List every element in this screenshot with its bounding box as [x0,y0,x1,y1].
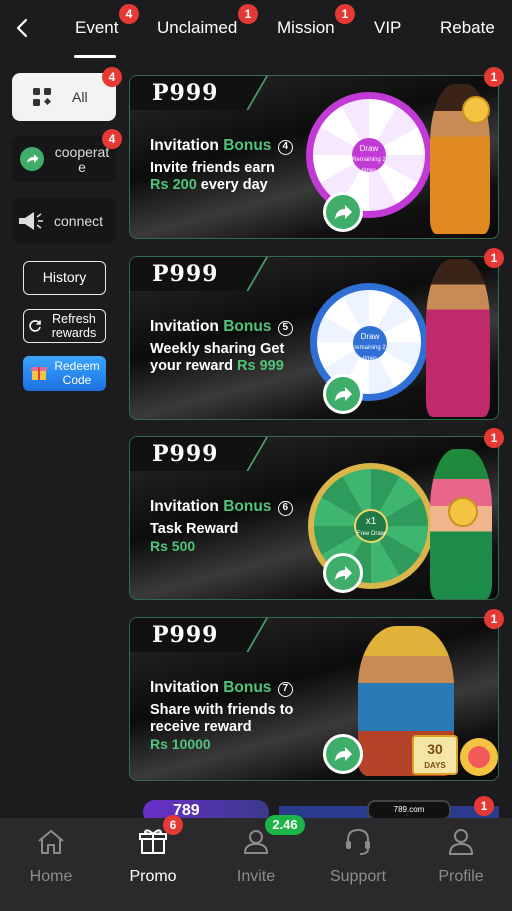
promo-card-partial[interactable]: 789 789.com [129,798,499,818]
tab-label: Unclaimed [157,18,238,37]
card-badge: 1 [484,67,504,87]
sidebar-item-all[interactable]: All [12,73,116,121]
brand-logo: P999 [152,80,219,106]
sidebar-all-badge: 4 [102,67,122,87]
tab-label: Rebate [440,18,495,37]
refresh-icon [29,320,41,332]
history-label: History [42,269,87,285]
coin-icon [448,497,478,527]
nav-label: Promo [129,868,177,885]
card-subtitle-line1: Share with friends to [150,702,294,718]
megaphone-icon [19,212,43,230]
share-button[interactable] [323,553,363,593]
back-arrow-icon[interactable] [8,14,36,42]
card-badge: 1 [484,248,504,268]
refresh-rewards-label: Refresh rewards [51,312,97,340]
person-icon [448,829,474,855]
nav-label: Support [329,868,387,885]
banner-pill: 789 [143,800,269,818]
tab-mission[interactable]: Mission [277,18,335,38]
tab-label: Mission [277,18,335,37]
redeem-code-label: Redeem Code [54,359,100,387]
promo-card-invitation-bonus-4[interactable]: P999 Invitation Bonus 4 Invite friends e… [129,75,499,239]
tab-unclaimed-badge: 1 [238,4,258,24]
tab-rebate[interactable]: Rebate [440,18,495,38]
redeem-code-button[interactable]: Redeem Code [23,356,106,391]
card-badge: 1 [484,428,504,448]
jester-hat-icon [460,738,498,776]
share-button[interactable] [323,374,363,414]
card-reward-amount: Rs 500 [150,538,196,554]
nav-profile[interactable]: Profile [410,818,512,911]
nav-label: Home [29,868,73,885]
nav-invite-badge: 2.46 [265,815,305,835]
card-subtitle-line2: receive reward [150,719,252,735]
gift-icon [31,367,47,380]
headset-icon [346,828,370,855]
card-title: Invitation Bonus 5 [150,318,293,336]
sidebar-item-connect[interactable]: connect [12,198,116,244]
nav-label: Invite [236,868,276,885]
card-subtitle-line2: your reward Rs 999 [150,358,284,374]
share-icon [20,147,44,171]
nav-label: Profile [438,868,484,885]
top-tab-bar: Event 4 Unclaimed 1 Mission 1 VIP Rebate [0,0,512,60]
share-arrow-icon [335,205,352,219]
promo-card-invitation-bonus-7[interactable]: P999 Invitation Bonus 7 Share with frien… [129,617,499,781]
tab-event-badge: 4 [119,4,139,24]
card-subtitle-line1: Task Reward [150,521,239,537]
sidebar-item-label: cooperat e [54,144,110,175]
sidebar-cooperate-badge: 4 [102,129,122,149]
tab-vip[interactable]: VIP [374,18,401,38]
nav-promo-badge: 6 [163,815,183,835]
history-button[interactable]: History [23,261,106,295]
share-arrow-icon [335,747,352,761]
tab-mission-badge: 1 [335,4,355,24]
phone-illustration: 789.com [367,800,451,818]
tab-label: VIP [374,18,402,37]
tab-label: Event [75,18,119,37]
share-button[interactable] [323,734,363,774]
share-arrow-icon [335,387,352,401]
grid-icon [33,88,51,106]
tab-unclaimed[interactable]: Unclaimed [157,18,237,38]
card-subtitle-line1: Weekly sharing Get [150,341,285,357]
coin-icon [462,96,490,124]
brand-logo: P999 [152,441,219,467]
card-badge: 1 [484,609,504,629]
sidebar-item-label: connect [54,213,104,229]
card-title: Invitation Bonus 6 [150,498,293,516]
nav-home[interactable]: Home [0,818,102,911]
nav-promo[interactable]: Promo [102,818,204,911]
share-button[interactable] [323,192,363,232]
card-title: Invitation Bonus 7 [150,679,293,697]
active-tab-indicator [74,55,116,58]
promo-card-invitation-bonus-5[interactable]: P999 Invitation Bonus 5 Weekly sharing G… [129,256,499,420]
character-illustration [426,259,490,417]
card-reward-amount: Rs 10000 [150,736,211,752]
tab-event[interactable]: Event [75,18,118,38]
share-arrow-icon [335,566,352,580]
card-title: Invitation Bonus 4 [150,137,293,155]
card-subtitle-line1: Invite friends earn [150,160,275,176]
brand-logo: P999 [152,622,219,648]
bottom-nav: Home Promo 6 Invite 2.46 Support Profile [0,815,512,911]
sidebar-item-cooperate[interactable]: cooperat e [12,136,116,182]
refresh-rewards-button[interactable]: Refresh rewards [23,309,106,343]
wheel-center: Draw remaining 2 times [353,326,387,362]
wheel-center: x1 Free Draw [354,509,388,543]
sidebar-item-label: All [72,89,88,105]
promo-screen: Event 4 Unclaimed 1 Mission 1 VIP Rebate… [0,0,512,911]
wheel-center: Draw Remaining 2 times [352,138,386,174]
calendar-icon: 30 DAYS [412,735,458,775]
home-icon [38,830,64,854]
card-subtitle-line2: Rs 200 every day [150,177,268,193]
brand-logo: P999 [152,261,219,287]
card-badge: 1 [474,796,494,816]
nav-support[interactable]: Support [307,818,409,911]
promo-card-invitation-bonus-6[interactable]: P999 Invitation Bonus 6 Task Reward Rs 5… [129,436,499,600]
